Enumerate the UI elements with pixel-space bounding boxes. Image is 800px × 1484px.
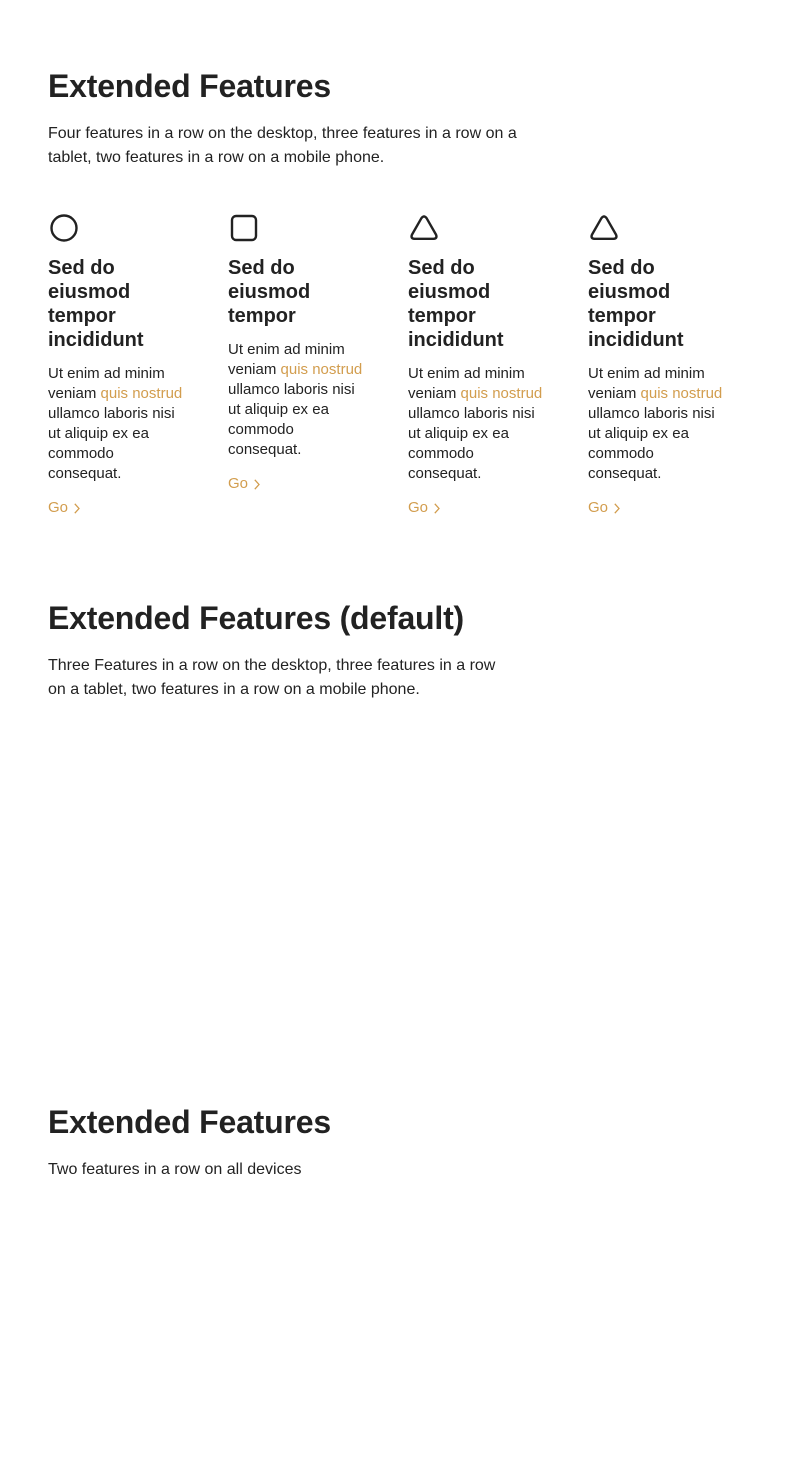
feature-card: Sed do eiusmod tempor incididunt Ut enim… [588, 212, 728, 518]
section-title: Extended Features (default) [48, 600, 465, 636]
feature-text-after: ullamco laboris nisi ut aliquip ex ea co… [408, 405, 535, 482]
features-grid: Sed do eiusmod tempor incididunt Ut enim… [48, 212, 752, 532]
feature-title: Sed do eiusmod tempor [228, 257, 311, 327]
feature-card: Sed do eiusmod tempor incididunt Ut enim… [48, 212, 188, 518]
triangle-icon [588, 212, 620, 244]
section-title: Extended Features [48, 1104, 331, 1140]
feature-text: Ut enim ad minim veniam quis nostrud ull… [228, 340, 368, 460]
feature-inline-link[interactable]: quis nostrud [641, 385, 723, 402]
feature-title: Sed do eiusmod tempor incididunt [48, 257, 144, 351]
section-title: Extended Features [48, 68, 331, 104]
triangle-icon [408, 212, 440, 244]
go-link[interactable]: Go [48, 498, 80, 518]
feature-text: Ut enim ad minim veniam quis nostrud ull… [588, 364, 728, 484]
go-link[interactable]: Go [408, 498, 440, 518]
feature-text: Ut enim ad minim veniam quis nostrud ull… [408, 364, 548, 484]
feature-inline-link[interactable]: quis nostrud [461, 385, 543, 402]
feature-card: Sed do eiusmod tempor Ut enim ad minim v… [228, 212, 368, 494]
feature-text: Ut enim ad minim veniam quis nostrud ull… [48, 364, 188, 484]
chevron-right-icon [434, 502, 440, 514]
chevron-right-icon [614, 502, 620, 514]
extended-features-four-section: Extended Features Four features in a row… [48, 68, 752, 516]
feature-text-after: ullamco laboris nisi ut aliquip ex ea co… [228, 381, 355, 458]
extended-features-two-section: Extended Features Two features in a row … [48, 1104, 752, 1182]
go-link[interactable]: Go [588, 498, 620, 518]
go-link[interactable]: Go [228, 474, 260, 494]
feature-card: Sed do eiusmod tempor incididunt Ut enim… [408, 212, 548, 518]
feature-inline-link[interactable]: quis nostrud [281, 361, 363, 378]
go-link-label: Go [408, 499, 429, 516]
square-icon [228, 212, 260, 244]
go-link-label: Go [228, 475, 249, 492]
feature-title: Sed do eiusmod tempor incididunt [588, 257, 684, 351]
section-lead: Two features in a row on all devices [48, 1161, 302, 1178]
go-link-label: Go [588, 499, 609, 516]
go-link-label: Go [48, 499, 69, 516]
extended-features-default-section: Extended Features (default) Three Featur… [48, 600, 752, 702]
chevron-right-icon [74, 502, 80, 514]
feature-inline-link[interactable]: quis nostrud [101, 385, 183, 402]
feature-text-after: ullamco laboris nisi ut aliquip ex ea co… [588, 405, 715, 482]
feature-text-after: ullamco laboris nisi ut aliquip ex ea co… [48, 405, 175, 482]
circle-icon [48, 212, 80, 244]
section-lead: Three Features in a row on the desktop, … [48, 657, 496, 698]
section-lead: Four features in a row on the desktop, t… [48, 125, 517, 166]
chevron-right-icon [254, 478, 260, 490]
feature-title: Sed do eiusmod tempor incididunt [408, 257, 504, 351]
